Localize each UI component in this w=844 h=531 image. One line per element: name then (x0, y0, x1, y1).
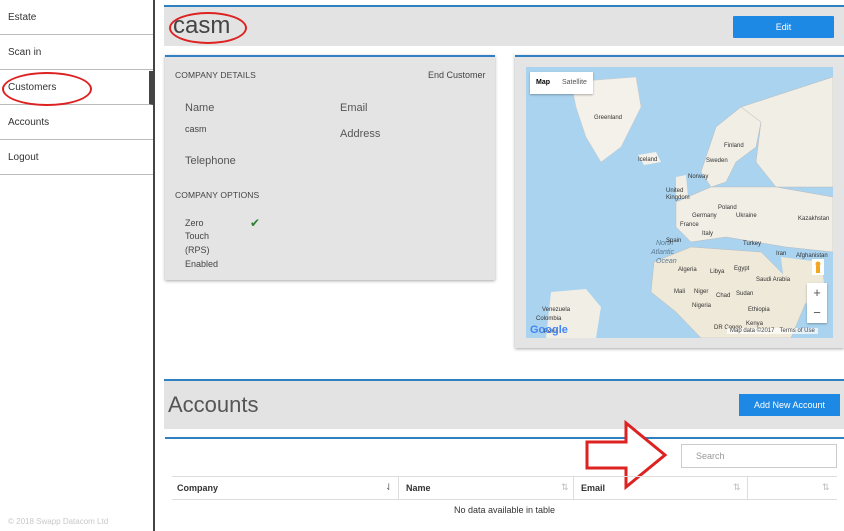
customer-type: End Customer (428, 70, 486, 80)
option-text-line4: Enabled (185, 259, 219, 269)
edit-button[interactable]: Edit (733, 16, 834, 38)
svg-text:Kazakhstan: Kazakhstan (798, 216, 829, 222)
telephone-label: Telephone (185, 155, 236, 167)
svg-text:Algeria: Algeria (678, 267, 697, 273)
column-header-company[interactable]: Company (177, 477, 218, 499)
name-value: casm (185, 124, 207, 134)
table-header-top-border (172, 476, 837, 477)
sidebar-item-estate[interactable]: Estate (0, 1, 154, 35)
sidebar-item-scan-in[interactable]: Scan in (0, 36, 154, 70)
svg-text:Nigeria: Nigeria (692, 303, 712, 309)
empty-table-message: No data available in table (453, 505, 556, 515)
svg-text:Iceland: Iceland (638, 157, 657, 163)
svg-text:Spain: Spain (666, 238, 681, 244)
search-input[interactable]: Search (681, 444, 837, 468)
email-label: Email (340, 102, 368, 114)
option-text-line1: Zero (185, 218, 204, 228)
svg-text:Kingdom: Kingdom (666, 195, 690, 201)
svg-text:Libya: Libya (710, 269, 725, 275)
map-graphic: North Atlantic Ocean Greenland Finland S… (526, 67, 833, 338)
svg-text:Colombia: Colombia (536, 316, 562, 322)
svg-text:Mali: Mali (674, 289, 685, 295)
column-divider (747, 476, 748, 500)
zoom-out-button[interactable]: − (807, 303, 827, 323)
svg-text:Atlantic: Atlantic (650, 249, 674, 256)
company-details-heading: COMPANY DETAILS (175, 70, 256, 80)
annotation-circle-title (169, 12, 247, 44)
company-details-card (165, 55, 495, 280)
svg-text:Ethiopia: Ethiopia (748, 307, 770, 313)
sort-icon[interactable]: ⇅ (822, 482, 830, 493)
sort-desc-icon[interactable]: ⇃ (385, 482, 393, 493)
map-terms-link[interactable]: Terms of Use (779, 328, 814, 334)
column-header-name[interactable]: Name (406, 477, 431, 499)
map-zoom-controls: + − (807, 283, 827, 323)
svg-text:Germany: Germany (692, 213, 717, 219)
svg-text:Norway: Norway (688, 174, 708, 180)
svg-text:Finland: Finland (724, 143, 744, 149)
svg-text:Kenya: Kenya (746, 321, 764, 327)
location-map[interactable]: North Atlantic Ocean Greenland Finland S… (526, 67, 833, 338)
svg-text:Sudan: Sudan (736, 291, 753, 297)
address-label: Address (340, 128, 381, 140)
svg-text:Greenland: Greenland (594, 115, 622, 121)
accounts-title: Accounts (168, 392, 259, 417)
copyright-text: © 2018 Swapp Datacom Ltd (8, 517, 109, 526)
svg-text:Chad: Chad (716, 293, 730, 299)
svg-text:Turkey: Turkey (743, 241, 761, 247)
column-divider (573, 476, 574, 500)
column-header-email[interactable]: Email (581, 477, 605, 499)
map-type-tabs: Map Satellite (530, 72, 593, 94)
svg-text:Venezuela: Venezuela (542, 307, 571, 313)
add-new-account-button[interactable]: Add New Account (739, 394, 840, 416)
svg-text:Afghanistan: Afghanistan (796, 253, 828, 259)
google-logo: Google (530, 324, 568, 336)
option-text-line3: (RPS) (185, 245, 210, 255)
checkmark-icon: ✔ (250, 216, 261, 230)
svg-text:Ukraine: Ukraine (736, 213, 757, 219)
svg-text:Saudi Arabia: Saudi Arabia (756, 277, 791, 283)
sidebar-item-logout[interactable]: Logout (0, 141, 154, 175)
map-data-text: Map data ©2017 (730, 328, 775, 334)
sidebar-item-accounts[interactable]: Accounts (0, 106, 154, 140)
sort-icon[interactable]: ⇅ (561, 482, 569, 493)
svg-text:Sweden: Sweden (706, 158, 728, 164)
svg-text:Poland: Poland (718, 205, 737, 211)
map-tab-satellite[interactable]: Satellite (556, 72, 593, 94)
option-text-line2: Touch (185, 231, 210, 241)
map-tab-map[interactable]: Map (530, 72, 556, 94)
annotation-circle-customers (2, 72, 92, 106)
svg-text:Ocean: Ocean (656, 258, 677, 265)
svg-text:Italy: Italy (702, 231, 713, 237)
company-options-heading: COMPANY OPTIONS (175, 190, 260, 200)
svg-text:Iran: Iran (776, 251, 786, 257)
svg-text:Egypt: Egypt (734, 266, 750, 272)
svg-text:Niger: Niger (694, 289, 708, 295)
svg-text:United: United (666, 188, 683, 194)
column-divider (398, 476, 399, 500)
svg-text:France: France (680, 222, 699, 228)
table-header-bottom-border (172, 499, 837, 500)
zoom-in-button[interactable]: + (807, 283, 827, 303)
sort-icon[interactable]: ⇅ (733, 482, 741, 493)
sidebar-divider (153, 0, 155, 531)
name-label: Name (185, 102, 215, 114)
map-attribution: Map data ©2017 Terms of Use (727, 328, 818, 334)
